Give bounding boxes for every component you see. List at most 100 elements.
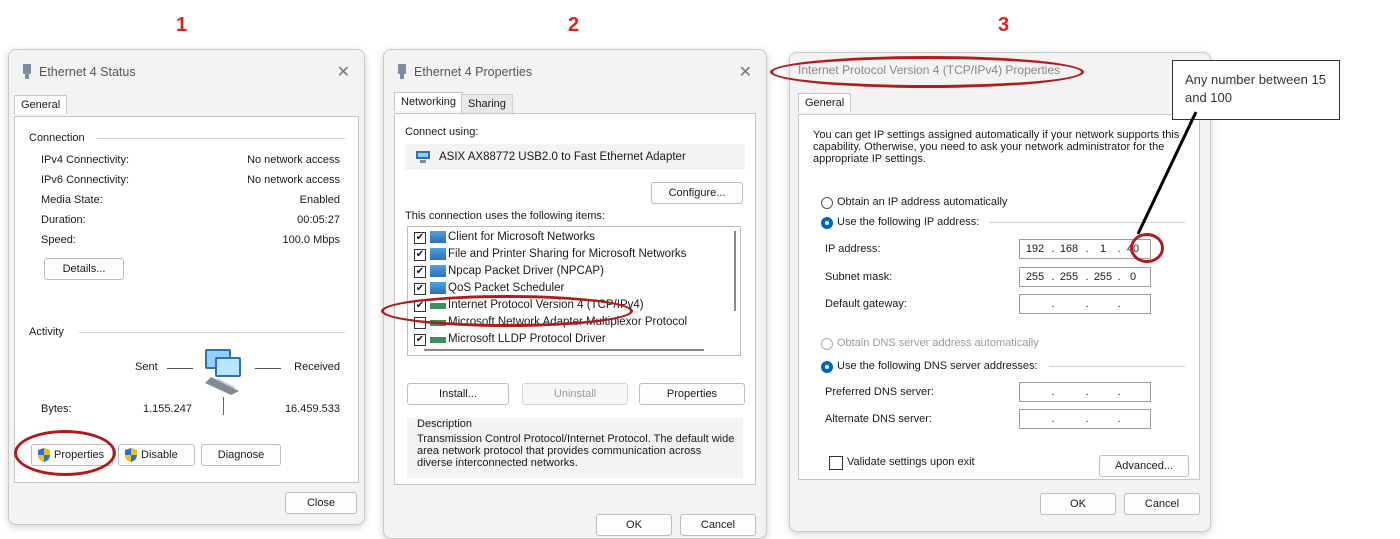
item-checkbox[interactable]: ✔ <box>414 232 426 244</box>
item-label: QoS Packet Scheduler <box>448 282 565 294</box>
row-label: IPv6 Connectivity: <box>41 174 130 186</box>
bytes-label: Bytes: <box>41 403 72 415</box>
details-button[interactable]: Details... <box>44 258 124 280</box>
item-checkbox[interactable] <box>414 317 426 329</box>
diagnose-button[interactable]: Diagnose <box>201 444 281 466</box>
client-network-icon <box>430 231 446 243</box>
list-item[interactable]: ✔ Npcap Packet Driver (NPCAP) <box>408 263 728 280</box>
connect-using-label: Connect using: <box>405 126 479 138</box>
list-item[interactable]: Microsoft Network Adapter Multiplexor Pr… <box>408 314 728 331</box>
row-value: Enabled <box>299 194 340 206</box>
received-line <box>255 368 281 369</box>
network-adapter-icon <box>23 64 31 79</box>
item-label: Npcap Packet Driver (NPCAP) <box>448 265 604 277</box>
received-label: Received <box>294 361 340 373</box>
properties-button[interactable]: Properties <box>639 383 745 405</box>
status-titlebar: Ethernet 4 Status ✕ <box>9 50 364 94</box>
bytes-sent-value: 1.155.247 <box>143 403 192 415</box>
uninstall-button[interactable]: Uninstall <box>522 383 628 405</box>
ip-octet: 40 <box>1126 243 1140 255</box>
ip-dot: . <box>1051 298 1055 310</box>
row-value: No network access <box>247 154 340 166</box>
ipv4-title: Internet Protocol Version 4 (TCP/IPv4) P… <box>798 63 1061 77</box>
shield-icon <box>38 448 50 462</box>
list-item[interactable]: ✔ Internet Protocol Version 4 (TCP/IPv4) <box>408 297 728 314</box>
alternate-dns-label: Alternate DNS server: <box>825 413 932 425</box>
file-sharing-icon <box>430 248 446 260</box>
close-icon[interactable]: ✕ <box>739 62 752 82</box>
tab-general[interactable]: General <box>14 95 68 114</box>
obtain-ip-auto-label: Obtain an IP address automatically <box>837 196 1008 208</box>
scheduler-icon <box>430 282 446 294</box>
step-number-1: 1 <box>176 14 188 36</box>
divider <box>223 397 224 415</box>
properties-button[interactable]: Properties <box>31 444 113 466</box>
install-button[interactable]: Install... <box>407 383 509 405</box>
ip-octet: 255 <box>1059 271 1079 283</box>
ipv4-titlebar: Internet Protocol Version 4 (TCP/IPv4) P… <box>790 53 1210 83</box>
obtain-ip-auto-radio[interactable] <box>821 197 833 209</box>
ip-octet: 255 <box>1093 271 1113 283</box>
scrollbar[interactable] <box>424 349 704 351</box>
advanced-button[interactable]: Advanced... <box>1099 455 1189 477</box>
ip-address-field[interactable]: 192 . 168 . 1 . 40 <box>1019 239 1151 259</box>
ok-button[interactable]: OK <box>596 514 672 536</box>
item-label: Internet Protocol Version 4 (TCP/IPv4) <box>448 299 644 311</box>
preferred-dns-label: Preferred DNS server: <box>825 386 934 398</box>
item-checkbox[interactable]: ✔ <box>414 334 426 346</box>
row-label: Duration: <box>41 214 86 226</box>
ip-octet: 1 <box>1099 243 1107 255</box>
ip-dot: . <box>1117 386 1121 398</box>
alternate-dns-field[interactable]: . . . <box>1019 409 1151 429</box>
use-following-ip-radio[interactable] <box>821 217 833 229</box>
list-item[interactable]: ✔ File and Printer Sharing for Microsoft… <box>408 246 728 263</box>
tab-networking[interactable]: Networking <box>394 92 464 111</box>
scrollbar[interactable] <box>734 231 736 311</box>
list-item[interactable]: ✔ QoS Packet Scheduler <box>408 280 728 297</box>
network-adapter-icon <box>416 151 430 163</box>
ip-address-label: IP address: <box>825 243 881 255</box>
list-item[interactable]: ✔ Microsoft LLDP Protocol Driver <box>408 331 728 348</box>
item-checkbox[interactable]: ✔ <box>414 300 426 312</box>
row-label: Media State: <box>41 194 103 206</box>
obtain-dns-auto-radio[interactable] <box>821 338 833 350</box>
use-following-dns-label: Use the following DNS server addresses: <box>837 360 1038 372</box>
preferred-dns-field[interactable]: . . . <box>1019 382 1151 402</box>
properties-button-label: Properties <box>54 449 105 461</box>
activity-group-label: Activity <box>29 326 64 338</box>
default-gateway-field[interactable]: . . . <box>1019 294 1151 314</box>
properties-titlebar: Ethernet 4 Properties ✕ <box>384 50 766 94</box>
properties-title: Ethernet 4 Properties <box>414 65 533 79</box>
shield-icon <box>125 448 137 462</box>
use-following-dns-radio[interactable] <box>821 361 833 373</box>
cancel-button[interactable]: Cancel <box>1124 493 1200 515</box>
ip-octet: 255 <box>1025 271 1045 283</box>
cancel-button[interactable]: Cancel <box>680 514 756 536</box>
close-icon[interactable]: ✕ <box>337 62 350 82</box>
item-checkbox[interactable]: ✔ <box>414 249 426 261</box>
disable-button[interactable]: Disable <box>118 444 195 466</box>
item-checkbox[interactable]: ✔ <box>414 266 426 278</box>
driver-icon <box>430 265 446 277</box>
use-following-ip-label: Use the following IP address: <box>837 216 980 228</box>
protocol-icon <box>430 337 446 343</box>
ip-octet: 168 <box>1059 243 1079 255</box>
configure-button[interactable]: Configure... <box>651 182 743 204</box>
list-item[interactable]: ✔ Client for Microsoft Networks <box>408 229 728 246</box>
ip-dot: . <box>1051 386 1055 398</box>
validate-checkbox[interactable] <box>829 456 843 470</box>
ip-dot: . <box>1085 413 1089 425</box>
ok-button[interactable]: OK <box>1040 493 1116 515</box>
network-computers-icon <box>205 349 241 395</box>
item-checkbox[interactable]: ✔ <box>414 283 426 295</box>
status-pane: Connection IPv4 Connectivity: No network… <box>14 116 359 483</box>
items-list[interactable]: ✔ Client for Microsoft Networks ✔ File a… <box>407 226 741 356</box>
item-label: Microsoft Network Adapter Multiplexor Pr… <box>448 316 688 328</box>
close-button[interactable]: Close <box>285 492 357 514</box>
divider <box>1049 366 1185 367</box>
tab-sharing[interactable]: Sharing <box>461 94 513 114</box>
subnet-mask-field[interactable]: 255 . 255 . 255 . 0 <box>1019 267 1151 287</box>
tab-general[interactable]: General <box>798 93 852 112</box>
networking-pane: Connect using: ASIX AX88772 USB2.0 to Fa… <box>394 113 756 485</box>
ip-octet: 0 <box>1129 271 1137 283</box>
